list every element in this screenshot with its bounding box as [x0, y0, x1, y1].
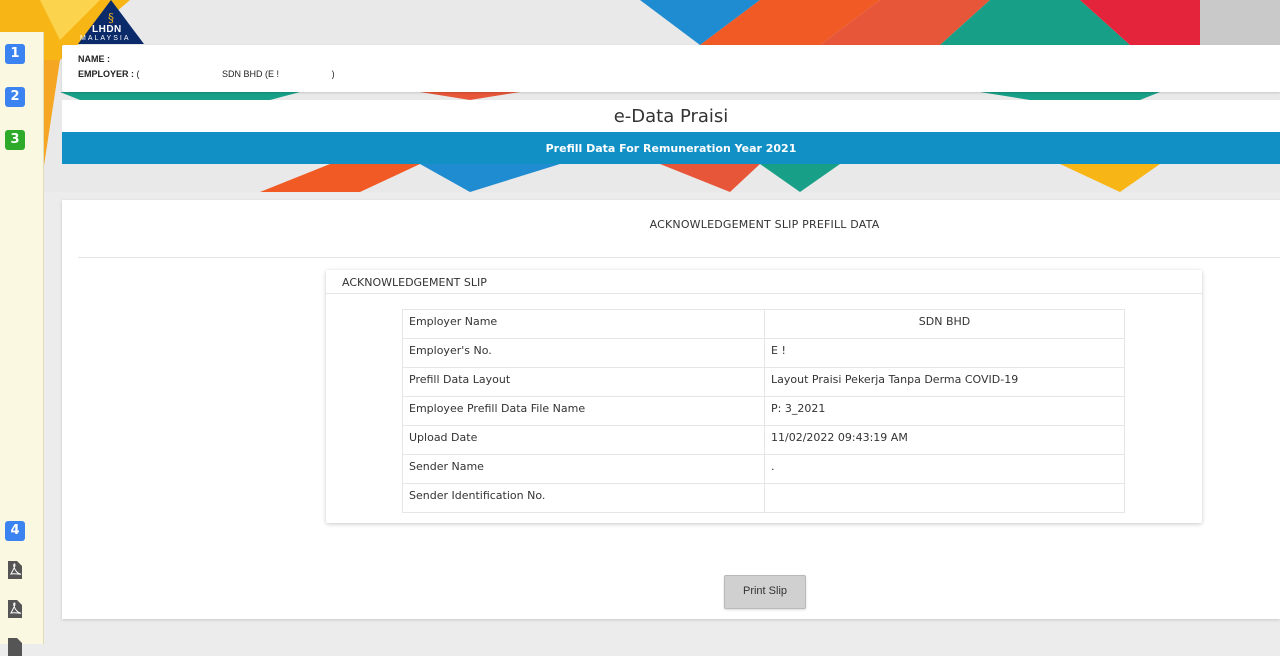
table-row: Upload Date 11/02/2022 09:43:19 AM — [402, 425, 1125, 455]
field-value: 11/02/2022 09:43:19 AM — [764, 425, 1125, 455]
logo-text: LHDN — [92, 24, 122, 35]
page-title-box: e-Data Praisi — [62, 100, 1280, 132]
table-row: Sender Name . — [402, 454, 1125, 484]
step-3-button[interactable]: 3 — [5, 130, 25, 150]
field-value — [764, 483, 1125, 513]
divider — [78, 257, 1280, 258]
field-value: E ! — [764, 338, 1125, 368]
divider — [326, 293, 1202, 294]
table-row: Employer's No. E ! — [402, 338, 1125, 368]
step-4-button[interactable]: 4 — [5, 521, 25, 541]
user-info-panel: NAME : EMPLOYER : ( SDN BHD (E ! ) — [62, 45, 1280, 92]
field-label: Employer's No. — [402, 338, 765, 368]
slip-table: Employer Name SDN BHD Employer's No. E !… — [402, 309, 1125, 513]
main-heading: ACKNOWLEDGEMENT SLIP PREFILL DATA — [649, 218, 880, 231]
page-subtitle: Prefill Data For Remuneration Year 2021 — [545, 142, 797, 155]
step-sidebar: 1 2 3 4 — [0, 32, 44, 656]
field-value: Layout Praisi Pekerja Tanpa Derma COVID-… — [764, 367, 1125, 397]
main-heading-wrap: ACKNOWLEDGEMENT SLIP PREFILL DATA — [62, 200, 1280, 258]
field-label: Sender Name — [402, 454, 765, 484]
print-slip-button[interactable]: Print Slip — [724, 575, 806, 609]
name-label: NAME : — [78, 54, 110, 64]
field-label: Employer Name — [402, 309, 765, 339]
employer-suffix: ) — [331, 69, 335, 79]
table-row: Employer Name SDN BHD — [402, 309, 1125, 339]
employer-row: EMPLOYER : ( SDN BHD (E ! ) — [78, 69, 335, 79]
svg-text:§: § — [108, 11, 114, 25]
employer-prefix: ( — [136, 69, 140, 79]
name-row: NAME : — [78, 54, 110, 64]
table-row: Prefill Data Layout Layout Praisi Pekerj… — [402, 367, 1125, 397]
page-subtitle-bar: Prefill Data For Remuneration Year 2021 — [62, 132, 1280, 164]
acknowledgement-panel: ACKNOWLEDGEMENT SLIP PREFILL DATA ACKNOW… — [62, 200, 1280, 619]
field-label: Prefill Data Layout — [402, 367, 765, 397]
step-1-button[interactable]: 1 — [5, 44, 25, 64]
slip-title: ACKNOWLEDGEMENT SLIP — [342, 276, 487, 289]
pdf-icon[interactable] — [8, 600, 22, 618]
acknowledgement-slip-card: ACKNOWLEDGEMENT SLIP Employer Name SDN B… — [326, 270, 1202, 523]
table-row: Employee Prefill Data File Name P: 3_202… — [402, 396, 1125, 426]
document-icon[interactable] — [8, 638, 22, 656]
page-title: e-Data Praisi — [613, 106, 729, 127]
field-label: Sender Identification No. — [402, 483, 765, 513]
field-value: P: 3_2021 — [764, 396, 1125, 426]
table-row: Sender Identification No. — [402, 483, 1125, 513]
field-value: SDN BHD — [764, 309, 1125, 339]
field-label: Upload Date — [402, 425, 765, 455]
field-label: Employee Prefill Data File Name — [402, 396, 765, 426]
pdf-icon[interactable] — [8, 561, 22, 579]
employer-value: SDN BHD (E ! — [222, 69, 280, 79]
step-2-button[interactable]: 2 — [5, 87, 25, 107]
employer-label: EMPLOYER : — [78, 69, 135, 79]
logo-subtext: MALAYSIA — [80, 35, 131, 42]
field-value: . — [764, 454, 1125, 484]
